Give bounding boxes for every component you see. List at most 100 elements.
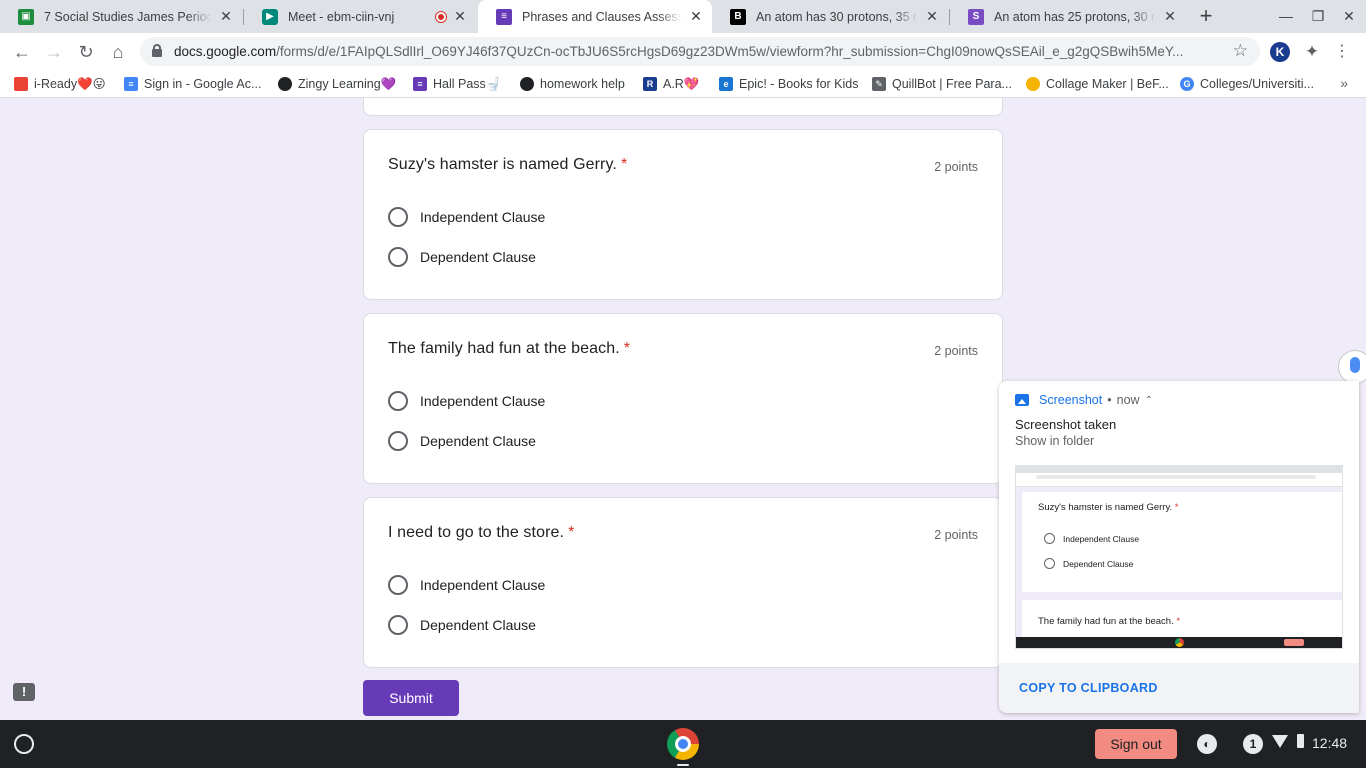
question-card-2: The family had fun at the beach. * 2 poin… <box>363 313 1003 484</box>
close-icon[interactable]: ✕ <box>218 8 234 25</box>
thumbnail-option: Independent Clause <box>1044 533 1139 544</box>
screenshot-notification[interactable]: Screenshot • now ⌃ Screenshot taken Show… <box>999 381 1359 713</box>
option-independent-clause[interactable]: Independent Clause <box>388 390 545 412</box>
close-icon[interactable]: ✕ <box>1162 8 1178 25</box>
minimize-icon[interactable]: — <box>1277 8 1295 24</box>
required-asterisk: * <box>568 524 575 541</box>
close-window-icon[interactable]: ✕ <box>1340 8 1358 25</box>
forms-icon: ≡ <box>413 77 427 91</box>
back-icon[interactable]: ← <box>10 40 34 64</box>
question-card-1: Suzy's hamster is named Gerry. * 2 points… <box>363 129 1003 300</box>
notification-title: Screenshot taken <box>1015 417 1117 432</box>
bookmark-ar[interactable]: R A.R💖 <box>643 75 699 93</box>
option-label: Dependent Clause <box>420 249 536 265</box>
option-dependent-clause[interactable]: Dependent Clause <box>388 246 536 268</box>
bookmark-epic[interactable]: e Epic! - Books for Kids <box>719 75 859 93</box>
feedback-icon[interactable]: ! <box>13 683 35 701</box>
question-points: 2 points <box>934 344 978 358</box>
befunky-icon <box>1026 77 1040 91</box>
bookmark-hall-pass[interactable]: ≡ Hall Pass🚽 <box>413 75 501 93</box>
forward-icon[interactable]: → <box>42 40 66 64</box>
extension-k-icon[interactable]: K <box>1270 42 1290 62</box>
renaissance-icon: R <box>643 77 657 91</box>
bookmark-colleges[interactable]: G Colleges/Universiti... <box>1180 75 1314 93</box>
thumbnail-address-bar <box>1016 473 1342 481</box>
copy-to-clipboard-button[interactable]: COPY TO CLIPBOARD <box>1019 681 1158 695</box>
option-label: Dependent Clause <box>420 617 536 633</box>
brainly-icon: B <box>730 8 746 25</box>
bookmark-star-icon[interactable]: ☆ <box>1233 41 1248 61</box>
radio-button[interactable] <box>388 615 408 635</box>
clock[interactable]: 12:48 <box>1312 735 1347 751</box>
meet-icon: ▶ <box>262 8 278 25</box>
tab-atom-25[interactable]: S An atom has 25 protons, 30 neutrons ✕ <box>950 0 1186 33</box>
notification-app-name: Screenshot <box>1039 393 1103 407</box>
tab-social-studies[interactable]: ▣ 7 Social Studies James Period 4 ✕ <box>0 0 242 33</box>
system-shelf: Sign out ◐ 1 12:48 <box>0 720 1366 768</box>
extensions-puzzle-icon[interactable]: ✦ <box>1302 42 1322 62</box>
tab-atom-30[interactable]: B An atom has 30 protons, 35 neutrons ✕ <box>712 0 948 33</box>
sign-out-button[interactable]: Sign out <box>1095 729 1177 759</box>
epic-icon: e <box>719 77 733 91</box>
tab-phrases-clauses[interactable]: ≡ Phrases and Clauses Assessment ✕ <box>478 0 712 33</box>
app-running-indicator <box>677 764 689 766</box>
quillbot-icon: ✎ <box>872 77 886 91</box>
bookmark-label: Colleges/Universiti... <box>1200 77 1314 91</box>
globe-icon <box>520 77 534 91</box>
bookmark-label: Epic! - Books for Kids <box>739 77 859 91</box>
notification-count-badge[interactable]: 1 <box>1243 734 1263 754</box>
bookmark-collage-maker[interactable]: Collage Maker | BeF... <box>1026 75 1169 93</box>
new-tab-button[interactable]: + <box>1195 5 1217 27</box>
bookmark-label: i-Ready❤️😛 <box>34 77 106 91</box>
bookmark-iready[interactable]: i-Ready❤️😛 <box>14 75 106 93</box>
notification-actions: COPY TO CLIPBOARD <box>999 663 1359 713</box>
radio-button[interactable] <box>388 431 408 451</box>
google-icon: G <box>1180 77 1194 91</box>
chrome-icon[interactable] <box>667 728 699 760</box>
submit-button[interactable]: Submit <box>363 680 459 716</box>
url-text[interactable]: docs.google.com/forms/d/e/1FAIpQLSdlIrl_… <box>174 44 1214 59</box>
question-title: I need to go to the store. * <box>388 524 575 541</box>
thumbnail-bookmarks <box>1016 481 1342 487</box>
browser-menu-icon[interactable]: ⋮ <box>1332 42 1352 62</box>
restore-icon[interactable]: ❐ <box>1309 8 1327 25</box>
url-host: docs.google.com <box>174 44 277 59</box>
bookmark-homework-help[interactable]: homework help <box>520 75 625 93</box>
close-icon[interactable]: ✕ <box>688 8 704 25</box>
thumbnail-card-1: Suzy's hamster is named Gerry. * Indepen… <box>1022 492 1342 592</box>
reload-icon[interactable]: ↻ <box>74 40 98 64</box>
required-asterisk: * <box>620 156 628 173</box>
quizlet-icon: S <box>968 8 984 25</box>
battery-icon[interactable] <box>1297 734 1304 748</box>
option-independent-clause[interactable]: Independent Clause <box>388 574 545 596</box>
bookmark-google-signin[interactable]: ≡ Sign in - Google Ac... <box>124 75 261 93</box>
show-in-folder-link[interactable]: Show in folder <box>1015 434 1094 448</box>
bookmark-label: A.R💖 <box>663 76 700 91</box>
close-icon[interactable]: ✕ <box>452 8 468 25</box>
launcher-icon[interactable] <box>14 734 34 754</box>
chevron-up-icon[interactable]: ⌃ <box>1145 395 1153 406</box>
radio-button[interactable] <box>388 391 408 411</box>
close-icon[interactable]: ✕ <box>924 8 940 25</box>
separator-dot: • <box>1107 393 1112 407</box>
option-independent-clause[interactable]: Independent Clause <box>388 206 545 228</box>
radio-button[interactable] <box>388 575 408 595</box>
option-dependent-clause[interactable]: Dependent Clause <box>388 614 536 636</box>
microphone-icon[interactable] <box>1338 350 1366 384</box>
radio-button[interactable] <box>388 207 408 227</box>
wifi-icon[interactable] <box>1272 735 1288 748</box>
bookmark-zingy[interactable]: Zingy Learning💜 <box>278 75 396 93</box>
bookmark-quillbot[interactable]: ✎ QuillBot | Free Para... <box>872 75 1012 93</box>
option-label: Independent Clause <box>420 577 546 593</box>
radio-button[interactable] <box>388 247 408 267</box>
more-bookmarks-icon[interactable]: » <box>1340 75 1348 91</box>
thumbnail-card-2: The family had fun at the beach. * <box>1022 600 1342 640</box>
thumbnail-question: Suzy's hamster is named Gerry. * <box>1038 502 1179 513</box>
screenshot-thumbnail[interactable]: Suzy's hamster is named Gerry. * Indepen… <box>1015 465 1343 649</box>
home-icon[interactable]: ⌂ <box>106 40 130 64</box>
select-to-speak-icon[interactable]: ◐ <box>1197 734 1217 754</box>
option-dependent-clause[interactable]: Dependent Clause <box>388 430 536 452</box>
option-label: Independent Clause <box>420 209 546 225</box>
address-bar[interactable]: docs.google.com/forms/d/e/1FAIpQLSdlIrl_… <box>140 37 1260 66</box>
tab-meet[interactable]: ▶ Meet - ebm-ciin-vnj ✕ <box>244 0 476 33</box>
